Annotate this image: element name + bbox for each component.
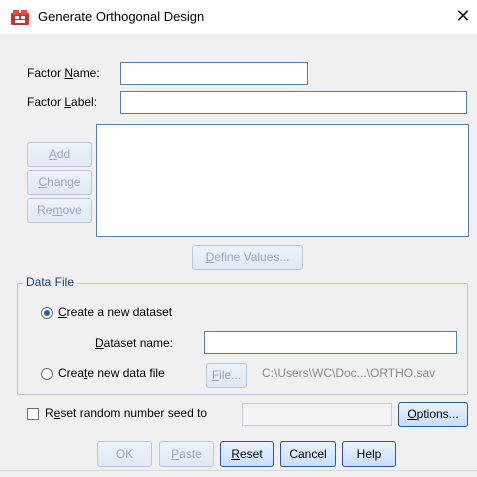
label-text: e new data file bbox=[87, 366, 165, 380]
create-dataset-label[interactable]: Create a new dataset bbox=[58, 305, 172, 319]
add-button[interactable]: Add bbox=[27, 142, 92, 167]
factor-label-input[interactable] bbox=[120, 91, 467, 114]
label-text: abel: bbox=[71, 95, 98, 109]
label-text: ptions... bbox=[416, 407, 459, 421]
label-text: ove bbox=[62, 203, 82, 217]
access-key: C bbox=[38, 175, 48, 189]
factor-list[interactable] bbox=[96, 124, 469, 237]
dataset-name-input[interactable] bbox=[204, 331, 457, 354]
label-text: R bbox=[45, 406, 54, 420]
label-text: reate a new dataset bbox=[66, 305, 173, 319]
access-key: N bbox=[64, 66, 74, 80]
define-values-button[interactable]: Define Values... bbox=[192, 245, 303, 270]
file-path-text: C:\Users\WC\Doc...\ORTHO.sav bbox=[262, 366, 436, 380]
access-key: A bbox=[48, 147, 57, 161]
access-key: C bbox=[58, 305, 67, 319]
access-key: P bbox=[171, 447, 180, 461]
data-file-legend: Data File bbox=[23, 275, 78, 289]
reset-seed-label[interactable]: Reset random number seed to bbox=[45, 406, 207, 420]
factor-label-label: Factor Label: bbox=[27, 95, 97, 109]
access-key: O bbox=[407, 407, 417, 421]
label-text: set random number seed to bbox=[60, 406, 208, 420]
cancel-button[interactable]: Cancel bbox=[280, 441, 336, 467]
factor-name-label: Factor Name: bbox=[27, 66, 100, 80]
change-button[interactable]: Change bbox=[27, 170, 92, 195]
access-key: D bbox=[205, 250, 215, 264]
label-text: aste bbox=[179, 447, 202, 461]
title-bar: Generate Orthogonal Design ✕ bbox=[0, 0, 477, 34]
seed-input[interactable] bbox=[242, 403, 392, 426]
label-text: Crea bbox=[58, 366, 85, 380]
bottom-divider bbox=[0, 470, 477, 471]
create-dataset-radio[interactable] bbox=[41, 307, 53, 319]
label-text: efine Values... bbox=[214, 250, 290, 264]
label-text: eset bbox=[239, 447, 263, 461]
dialog-window: Generate Orthogonal Design ✕ Factor Name… bbox=[0, 0, 477, 477]
access-key: D bbox=[95, 336, 104, 350]
close-icon[interactable]: ✕ bbox=[453, 5, 473, 27]
label-text: Factor bbox=[27, 66, 65, 80]
ok-button[interactable]: OK bbox=[97, 441, 152, 467]
label-text: ataset name: bbox=[103, 336, 174, 350]
remove-button[interactable]: Remove bbox=[27, 198, 92, 223]
access-key: m bbox=[52, 203, 63, 217]
label-text: ile... bbox=[219, 368, 242, 382]
window-title: Generate Orthogonal Design bbox=[38, 9, 205, 24]
reset-seed-checkbox[interactable] bbox=[27, 408, 39, 420]
paste-button[interactable]: Paste bbox=[159, 441, 214, 467]
create-file-radio[interactable] bbox=[41, 368, 53, 380]
create-file-label[interactable]: Create new data file bbox=[58, 366, 165, 380]
reset-button[interactable]: Reset bbox=[220, 441, 274, 467]
spss-dialog-icon bbox=[11, 10, 29, 25]
dataset-name-label: Dataset name: bbox=[95, 336, 173, 350]
options-button[interactable]: Options... bbox=[398, 402, 468, 427]
help-button[interactable]: Help bbox=[342, 441, 396, 467]
access-key: R bbox=[231, 447, 240, 461]
label-text: Re bbox=[37, 203, 53, 217]
label-text: Factor bbox=[27, 95, 65, 109]
file-button[interactable]: File... bbox=[206, 363, 247, 388]
label-text: dd bbox=[56, 147, 71, 161]
factor-name-input[interactable] bbox=[120, 62, 308, 85]
label-text: ame: bbox=[73, 66, 100, 80]
label-text: hange bbox=[47, 175, 81, 189]
